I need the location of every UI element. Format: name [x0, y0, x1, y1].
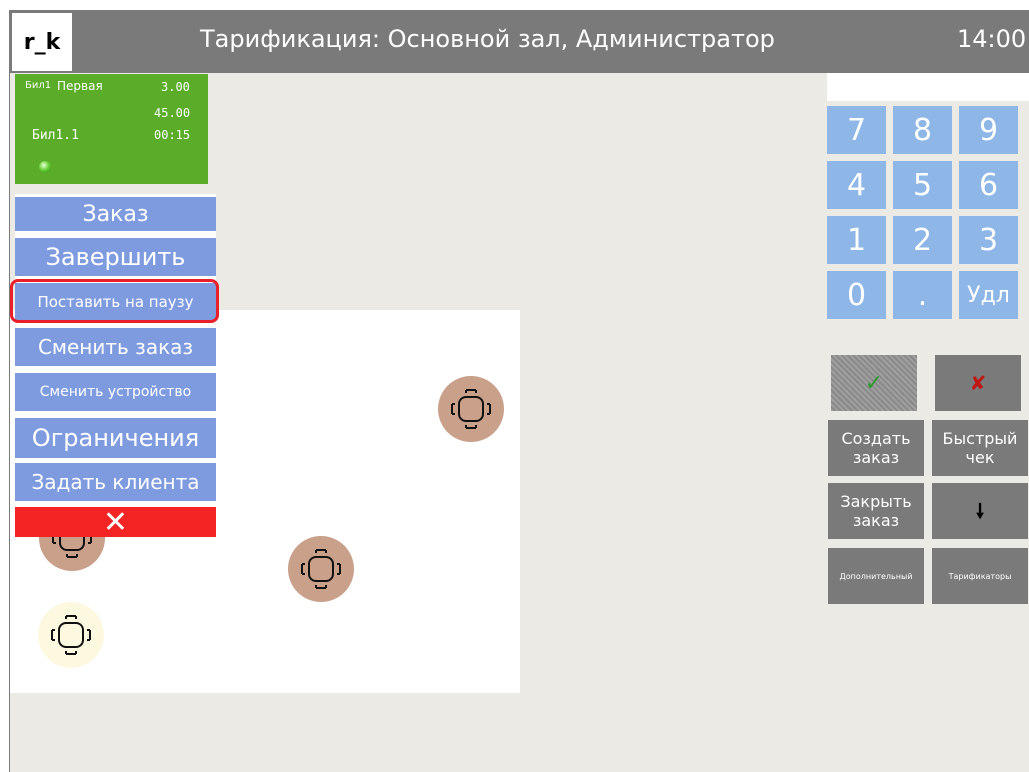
page-title: Тарификация: Основной зал, Администратор: [200, 25, 775, 53]
key-dot-label: .: [917, 277, 928, 313]
check-icon: ✓: [864, 370, 884, 396]
key-7-label: 7: [846, 112, 867, 148]
key-8-label: 8: [912, 112, 933, 148]
context-menu: Заказ Завершить Поставить на паузу Смени…: [15, 194, 216, 537]
set-client-button[interactable]: Задать клиента: [15, 463, 216, 501]
close-order-button[interactable]: Закрыть заказ: [828, 483, 924, 539]
key-5-label: 5: [912, 167, 933, 203]
order-button[interactable]: Заказ: [15, 197, 216, 231]
app-window: r_k Тарификация: Основной зал, Администр…: [9, 10, 1029, 772]
key-2-label: 2: [912, 222, 933, 258]
key-5[interactable]: 5: [893, 161, 952, 209]
create-order-label: Создать заказ: [841, 429, 911, 467]
table[interactable]: [38, 602, 104, 668]
key-8[interactable]: 8: [893, 106, 952, 154]
key-9-label: 9: [978, 112, 999, 148]
key-1-label: 1: [846, 222, 867, 258]
scroll-down-button[interactable]: 🠗: [932, 483, 1028, 539]
cancel-button[interactable]: ✘: [935, 355, 1021, 411]
confirm-button[interactable]: ✓: [831, 355, 917, 411]
additional-button[interactable]: Дополнительный: [828, 548, 924, 604]
clock: 14:00: [957, 25, 1027, 53]
change-device-button[interactable]: Сменить устройство: [15, 373, 216, 411]
change-device-label: Сменить устройство: [39, 384, 192, 400]
quick-check-label: Быстрый чек: [942, 429, 1018, 467]
table[interactable]: [438, 376, 504, 442]
key-4[interactable]: 4: [827, 161, 886, 209]
status-led-icon: [39, 161, 51, 173]
device-elapsed: 00:15: [154, 128, 191, 142]
cross-icon: ✘: [969, 371, 987, 395]
table-icon: [51, 615, 91, 655]
device-price: 3.00: [161, 80, 190, 94]
order-label: Заказ: [82, 201, 149, 227]
device-amount: 45.00: [154, 106, 191, 120]
key-7[interactable]: 7: [827, 106, 886, 154]
table[interactable]: [288, 536, 354, 602]
title-bar: r_k Тарификация: Основной зал, Администр…: [10, 11, 1029, 73]
device-card[interactable]: Бил1 Первая 3.00 45.00 Бил1.1 00:15: [15, 74, 208, 184]
change-order-label: Сменить заказ: [37, 335, 194, 359]
device-name: Первая: [57, 79, 103, 93]
limits-label: Ограничения: [31, 424, 200, 452]
key-6-label: 6: [978, 167, 999, 203]
arrow-down-icon: 🠗: [975, 498, 985, 523]
key-4-label: 4: [846, 167, 867, 203]
change-order-button[interactable]: Сменить заказ: [15, 328, 216, 366]
highlight-box: [10, 279, 219, 323]
key-3[interactable]: 3: [959, 216, 1018, 264]
key-0[interactable]: 0: [827, 271, 886, 319]
finish-button[interactable]: Завершить: [15, 238, 216, 276]
key-9[interactable]: 9: [959, 106, 1018, 154]
close-order-label: Закрыть заказ: [840, 492, 912, 530]
key-3-label: 3: [978, 222, 999, 258]
key-0-label: 0: [846, 277, 867, 313]
device-code: Бил1: [25, 80, 52, 91]
keypad-display[interactable]: [827, 73, 1029, 101]
close-icon: ✕: [102, 507, 129, 537]
quick-check-button[interactable]: Быстрый чек: [932, 420, 1028, 476]
key-dot[interactable]: .: [893, 271, 952, 319]
additional-label: Дополнительный: [839, 571, 913, 581]
device-id: Бил1.1: [32, 128, 79, 143]
set-client-label: Задать клиента: [31, 470, 200, 494]
table-icon: [451, 389, 491, 429]
tariffs-button[interactable]: Тарификаторы: [932, 548, 1028, 604]
tariffs-label: Тарификаторы: [948, 571, 1012, 581]
close-menu-button[interactable]: ✕: [15, 507, 216, 537]
limits-button[interactable]: Ограничения: [15, 418, 216, 458]
table-icon: [301, 549, 341, 589]
key-6[interactable]: 6: [959, 161, 1018, 209]
key-delete[interactable]: Удл: [959, 271, 1018, 319]
app-logo: r_k: [12, 13, 72, 71]
finish-label: Завершить: [45, 243, 186, 271]
key-2[interactable]: 2: [893, 216, 952, 264]
create-order-button[interactable]: Создать заказ: [828, 420, 924, 476]
key-1[interactable]: 1: [827, 216, 886, 264]
key-delete-label: Удл: [967, 282, 1010, 308]
